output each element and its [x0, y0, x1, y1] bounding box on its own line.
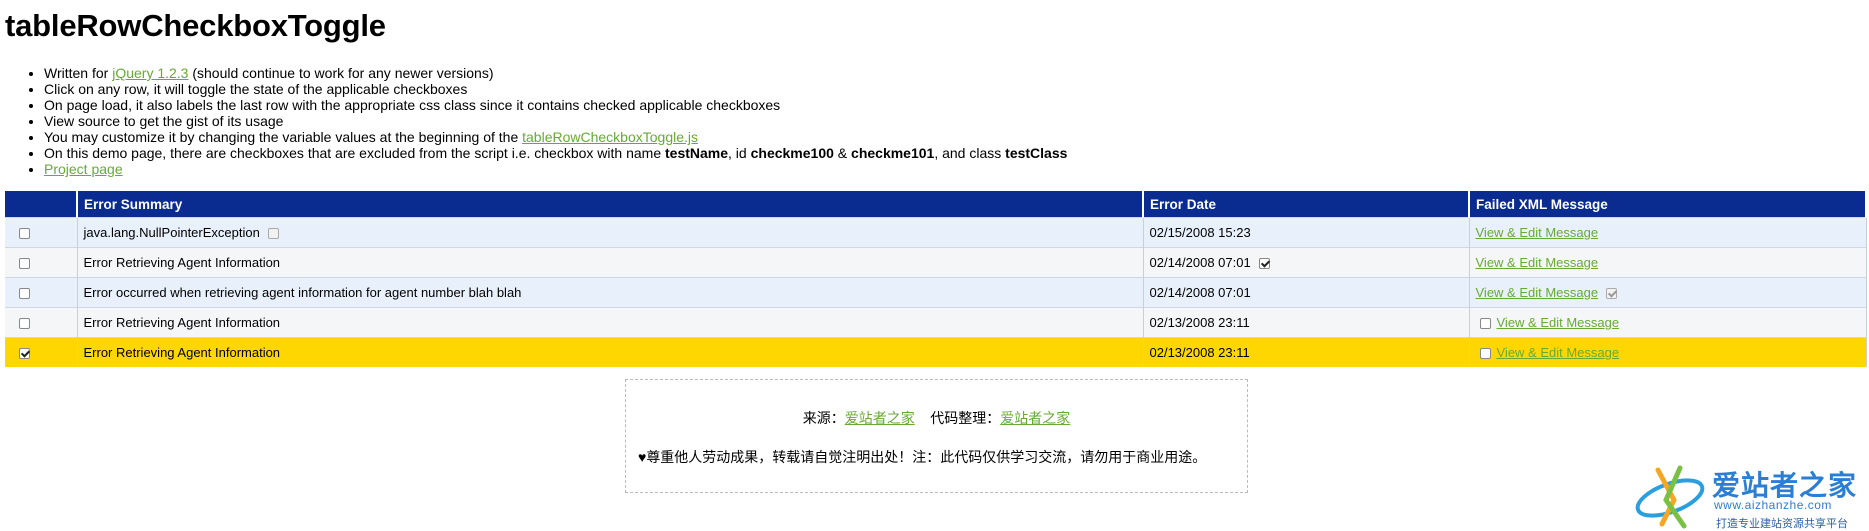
view-edit-message-link[interactable]: View & Edit Message — [1476, 285, 1599, 300]
note-bold: checkme100 — [750, 145, 834, 161]
header-error-summary: Error Summary — [77, 191, 1144, 218]
note-bold: testClass — [1005, 145, 1068, 161]
source-line: 来源：爱站者之家 代码整理：爱站者之家 — [626, 408, 1247, 428]
message-cell: View & Edit Message — [1469, 337, 1867, 367]
row-checkbox[interactable] — [19, 318, 30, 330]
date-text: 02/14/2008 07:01 — [1149, 255, 1251, 270]
message-cell: View & Edit Message — [1469, 307, 1867, 338]
summary-cell: Error occurred when retrieving agent inf… — [77, 277, 1144, 308]
table-row-selected[interactable]: Error Retrieving Agent Information 02/13… — [5, 337, 1867, 367]
row-select-cell — [5, 337, 78, 367]
row-checkbox[interactable] — [19, 228, 30, 240]
summary-cell: Error Retrieving Agent Information — [77, 337, 1144, 367]
row-select-cell — [5, 247, 78, 278]
logo-swirl-icon — [1635, 465, 1705, 529]
date-cell: 02/14/2008 07:01 — [1143, 247, 1470, 278]
date-cell: 02/15/2008 15:23 — [1143, 217, 1470, 248]
message-cell: View & Edit Message — [1469, 277, 1867, 308]
jquery-link[interactable]: jQuery 1.2.3 — [112, 65, 188, 81]
summary-cell: Error Retrieving Agent Information — [77, 247, 1144, 278]
source-notice-box: 来源：爱站者之家 代码整理：爱站者之家 ♥尊重他人劳动成果，转载请自觉注明出处！… — [625, 379, 1248, 493]
note-text: (should continue to work for any newer v… — [188, 65, 494, 81]
table-row[interactable]: java.lang.NullPointerException 02/15/200… — [5, 217, 1867, 248]
table-header-row: Error Summary Error Date Failed XML Mess… — [5, 191, 1867, 218]
row-select-cell — [5, 217, 78, 248]
note-bold: checkme101 — [851, 145, 935, 161]
header-select — [5, 191, 78, 218]
note-text: & — [833, 145, 852, 161]
view-edit-message-link[interactable]: View & Edit Message — [1476, 255, 1599, 270]
note-text: , id — [728, 145, 751, 161]
message-checkbox[interactable] — [1479, 318, 1491, 330]
organizer-label: 代码整理： — [930, 410, 1001, 426]
row-checkbox[interactable] — [19, 348, 30, 360]
summary-cell: Error Retrieving Agent Information — [77, 307, 1144, 338]
table-row[interactable]: Error occurred when retrieving agent inf… — [5, 277, 1867, 308]
note-item: On page load, it also labels the last ro… — [44, 97, 1067, 113]
date-cell: 02/13/2008 23:11 — [1143, 337, 1470, 367]
note-item: View source to get the gist of its usage — [44, 113, 1067, 129]
source-label: 来源： — [802, 410, 845, 426]
message-cell: View & Edit Message — [1469, 217, 1867, 248]
table-row[interactable]: Error Retrieving Agent Information 02/13… — [5, 307, 1867, 338]
summary-cell: java.lang.NullPointerException — [77, 217, 1144, 248]
project-page-link[interactable]: Project page — [44, 161, 123, 177]
row-select-cell — [5, 307, 78, 338]
message-cell: View & Edit Message — [1469, 247, 1867, 278]
date-cell: 02/13/2008 23:11 — [1143, 307, 1470, 338]
view-edit-message-link[interactable]: View & Edit Message — [1497, 345, 1620, 360]
summary-text: java.lang.NullPointerException — [83, 225, 260, 240]
message-checkbox[interactable] — [1479, 348, 1491, 360]
table-row[interactable]: Error Retrieving Agent Information 02/14… — [5, 247, 1867, 278]
site-logo: 爱站者之家 www.aizhanzhe.com 打造专业建站资源共享平台 — [1630, 460, 1866, 531]
row-select-cell — [5, 277, 78, 308]
row-checkbox[interactable] — [19, 288, 30, 300]
view-edit-message-link[interactable]: View & Edit Message — [1476, 225, 1599, 240]
excluded-checkbox[interactable] — [1606, 288, 1618, 300]
note-item: Project page — [44, 161, 1067, 177]
copyright-notice: ♥尊重他人劳动成果，转载请自觉注明出处！注：此代码仅供学习交流，请勿用于商业用途… — [638, 449, 1207, 465]
header-failed-xml-message: Failed XML Message — [1469, 191, 1867, 218]
note-bold: testName — [665, 145, 729, 161]
logo-domain-text: www.aizhanzhe.com — [1714, 498, 1832, 512]
logo-slogan-text: 打造专业建站资源共享平台 — [1716, 518, 1848, 530]
page-title: tableRowCheckboxToggle — [5, 8, 386, 43]
note-text: You may customize it by changing the var… — [44, 129, 523, 145]
error-table-container: Error Summary Error Date Failed XML Mess… — [5, 191, 1867, 367]
header-error-date: Error Date — [1143, 191, 1470, 218]
date-cell: 02/14/2008 07:01 — [1143, 277, 1470, 308]
error-table: Error Summary Error Date Failed XML Mess… — [5, 191, 1867, 367]
note-item: On this demo page, there are checkboxes … — [44, 145, 1067, 161]
organizer-link[interactable]: 爱站者之家 — [1000, 410, 1070, 426]
row-checkbox[interactable] — [19, 258, 30, 270]
source-link[interactable]: 爱站者之家 — [845, 410, 915, 426]
note-item: Written for jQuery 1.2.3 (should continu… — [44, 65, 1067, 81]
date-checkbox[interactable] — [1258, 258, 1270, 270]
excluded-checkbox[interactable] — [267, 228, 279, 240]
view-edit-message-link[interactable]: View & Edit Message — [1497, 315, 1620, 330]
notes-list: Written for jQuery 1.2.3 (should continu… — [20, 65, 1067, 177]
note-text: Written for — [44, 65, 113, 81]
note-item: You may customize it by changing the var… — [44, 129, 1067, 145]
note-text: On this demo page, there are checkboxes … — [44, 145, 665, 161]
note-item: Click on any row, it will toggle the sta… — [44, 81, 1067, 97]
script-file-link[interactable]: tableRowCheckboxToggle.js — [522, 129, 698, 145]
note-text: , and class — [934, 145, 1006, 161]
